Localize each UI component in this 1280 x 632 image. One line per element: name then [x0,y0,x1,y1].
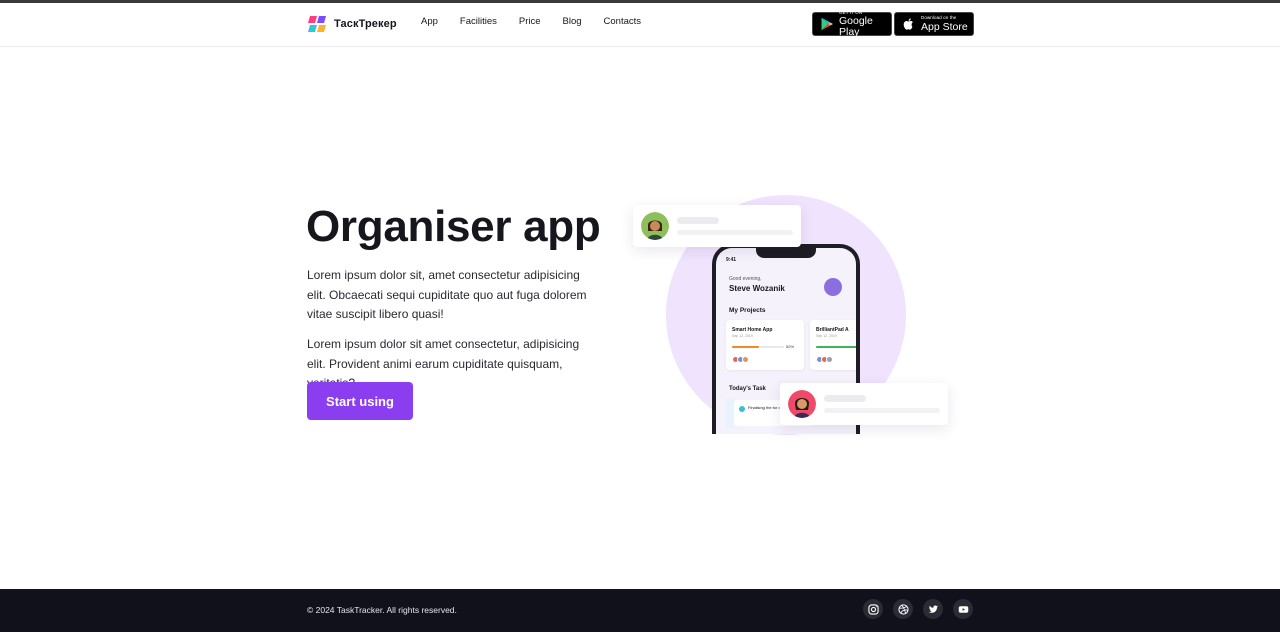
apple-icon [903,18,913,30]
brand-name: ТаскТрекер [334,18,397,30]
google-play-button[interactable]: GET IT ON Google Play [812,10,892,38]
hero-paragraph-1: Lorem ipsum dolor sit, amet consectetur … [307,268,587,321]
social-links [863,599,973,619]
phone-today-heading: Today's Task [729,386,766,392]
main-nav: App Facilities Price Blog Contacts [421,17,663,27]
project-progress-fill [732,346,760,348]
nav-app[interactable]: App [421,17,438,27]
site-header: ТаскТрекер App Facilities Price Blog Con… [0,3,1280,47]
app-store-button[interactable]: Download on the App Store [894,12,974,36]
phone-user-name: Steve Wozanik [729,284,785,293]
youtube-link[interactable] [953,599,973,619]
twitter-icon [928,605,938,613]
user-avatar [641,212,669,240]
project-card: Smart Home App Sep 12, 2019 52% [726,320,804,370]
member-avatar [826,356,833,363]
hero-title: Organiser app [306,202,601,251]
brand-logo[interactable]: ТаскТрекер [307,14,397,34]
project-card: BrilliantPad A Sep 12, 2019 [810,320,856,370]
phone-avatar [824,278,842,296]
project-percent: 52% [786,344,795,349]
google-play-icon [821,17,833,31]
start-using-button[interactable]: Start using [307,382,413,420]
nav-facilities[interactable]: Facilities [460,17,497,27]
check-icon [739,406,745,412]
dribbble-link[interactable] [893,599,913,619]
project-members [816,356,833,363]
project-date: Sep 12, 2019 [732,334,753,338]
app-store-small-text: Download on the [921,15,957,20]
nav-blog[interactable]: Blog [563,17,582,27]
phone-notch [756,248,816,258]
phone-projects-heading: My Projects [729,307,766,314]
placeholder-line [824,408,940,413]
floating-user-card [780,383,948,425]
nav-contacts[interactable]: Contacts [604,17,642,27]
youtube-icon [958,605,968,613]
app-store-label: App Store [921,20,968,33]
project-title: BrilliantPad A [816,327,849,333]
placeholder-line [677,230,793,235]
app-illustration: 9:41 Good evening, Steve Wozanik My Proj… [620,180,960,450]
project-progress-fill [816,346,856,348]
logo-icon [307,14,327,34]
copyright-text: © 2024 TaskTracker. All rights reserved. [307,605,457,615]
project-progress-bar [732,346,784,348]
nav-price[interactable]: Price [519,17,541,27]
dribbble-icon [897,603,909,615]
instagram-icon [867,603,879,615]
twitter-link[interactable] [923,599,943,619]
project-members [732,356,749,363]
phone-greeting: Good evening, [729,276,762,282]
floating-user-card [633,205,801,247]
site-footer: © 2024 TaskTracker. All rights reserved. [0,589,1280,632]
member-avatar [742,356,749,363]
task-day-strip [726,398,734,428]
project-date: Sep 12, 2019 [816,334,837,338]
phone-time: 9:41 [726,257,737,263]
placeholder-line [824,395,866,402]
google-play-label: Google Play [839,15,873,38]
user-avatar [788,390,816,418]
project-title: Smart Home App [732,327,773,333]
project-progress-bar [816,346,856,348]
store-buttons: GET IT ON Google Play Download on the Ap… [812,10,974,38]
placeholder-line [677,217,719,224]
instagram-link[interactable] [863,599,883,619]
